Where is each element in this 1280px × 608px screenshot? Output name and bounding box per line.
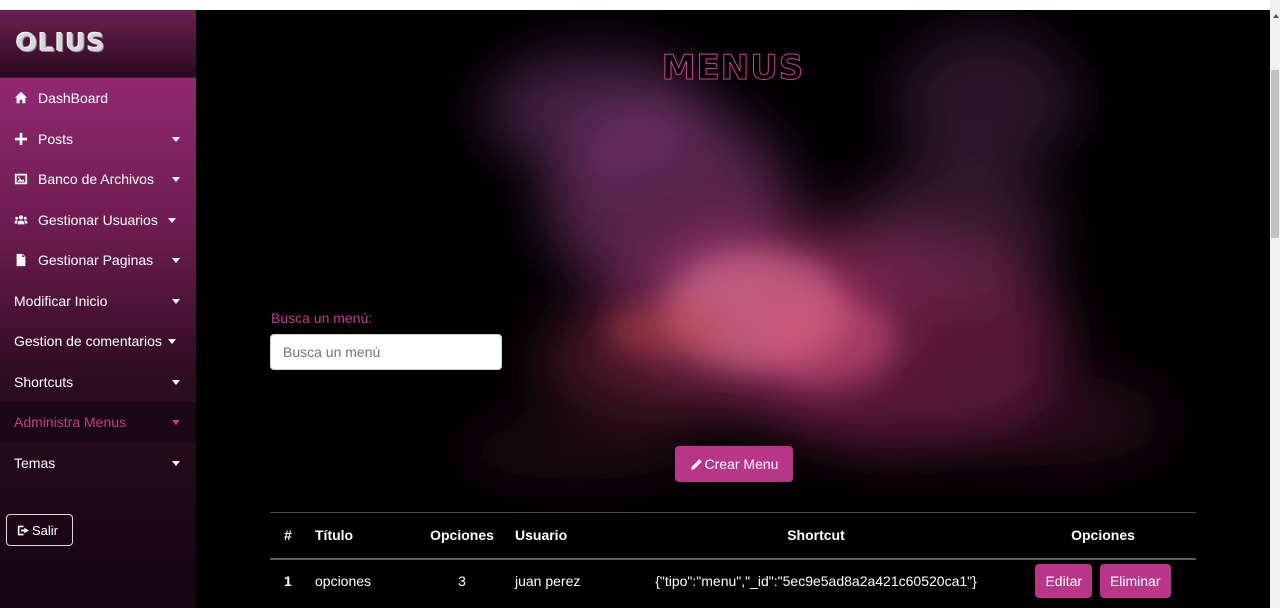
sidebar-item-banco-de-archivos[interactable]: Banco de Archivos [0,159,196,200]
sidebar-item-label: Shortcuts [14,373,74,390]
menus-table: # Título Opciones Usuario Shortcut Opcio… [270,512,1196,603]
caret-down-icon [172,258,180,264]
app-logo[interactable]: OLIUS [16,28,196,57]
home-icon [14,91,32,105]
sidebar-item-dashboard[interactable]: DashBoard [0,78,196,119]
row-opciones-count: 3 [458,573,466,589]
row-titulo: opciones [315,573,372,589]
caret-down-icon [168,217,176,223]
main-content: MENUS Busca un menú: Crear Menu # Título… [196,10,1270,608]
scrollbar-thumb[interactable] [1271,70,1279,238]
column-header-titulo: Título [315,527,354,544]
sidebar-item-gestion-de-comentarios[interactable]: Gestion de comentarios [0,321,196,362]
caret-down-icon [168,339,176,345]
sidebar-item-label: Banco de Archivos [38,171,154,188]
column-header-usuario: Usuario [515,527,568,544]
delete-button[interactable]: Eliminar [1099,564,1171,598]
caret-down-icon [172,177,180,183]
sidebar-item-modificar-inicio[interactable]: Modificar Inicio [0,281,196,322]
search-input[interactable] [270,334,502,370]
create-menu-button[interactable]: Crear Menu [675,446,793,482]
create-menu-label: Crear Menu [704,456,779,472]
plus-icon [14,132,32,146]
caret-down-icon [172,420,180,426]
sidebar-item-label: DashBoard [38,90,109,107]
logout-label: Salir [32,522,59,538]
image-icon [14,172,32,186]
sidebar-item-shortcuts[interactable]: Shortcuts [0,362,196,403]
logout-button[interactable]: Salir [6,514,73,546]
sidebar-item-gestionar-paginas[interactable]: Gestionar Paginas [0,240,196,281]
logo-area: OLIUS [0,10,196,78]
edit-button[interactable]: Editar [1035,564,1093,598]
sidebar-item-label: Gestionar Usuarios [38,211,158,228]
pencil-icon [690,458,702,470]
caret-down-icon [172,379,180,385]
sidebar-item-label: Posts [38,130,74,147]
caret-down-icon [172,136,180,142]
column-header-opciones-actions: Opciones [1071,527,1135,544]
page-scrollbar[interactable] [1270,0,1280,608]
column-header-number: # [284,527,292,544]
sidebar-item-label: Modificar Inicio [14,292,108,309]
row-actions: Editar Eliminar [1010,559,1196,603]
page-title: MENUS [661,48,805,89]
scroll-up-arrow-icon[interactable] [1273,14,1279,18]
sidebar-nav: DashBoard Posts Banco de Archivos Gestio… [0,78,196,483]
file-icon [14,253,32,267]
sidebar-item-temas[interactable]: Temas [0,443,196,484]
sidebar-item-label: Temas [14,454,56,471]
sidebar-item-label: Gestion de comentarios [14,333,162,350]
sidebar-item-label: Administra Menus [14,414,127,431]
row-usuario: juan perez [515,573,581,589]
row-shortcut: {"tipo":"menu","_id":"5ec9e5ad8a2a421c60… [655,573,977,589]
caret-down-icon [172,298,180,304]
sidebar-item-posts[interactable]: Posts [0,119,196,160]
sidebar-item-administra-menus[interactable]: Administra Menus [0,402,196,443]
row-number: 1 [284,573,292,589]
search-label: Busca un menú: [271,310,373,326]
column-header-opciones-count: Opciones [430,527,494,544]
sign-out-icon [17,525,29,535]
column-header-shortcut: Shortcut [787,527,845,544]
sidebar-item-gestionar-usuarios[interactable]: Gestionar Usuarios [0,200,196,241]
table-header-row: # Título Opciones Usuario Shortcut Opcio… [270,512,1196,559]
table-row: 1 opciones 3 juan perez {"tipo":"menu","… [270,559,1196,603]
users-icon [14,213,32,227]
sidebar-item-label: Gestionar Paginas [38,252,154,269]
caret-down-icon [172,460,180,466]
sidebar: OLIUS DashBoard Posts Banco de Archivos [0,10,196,608]
